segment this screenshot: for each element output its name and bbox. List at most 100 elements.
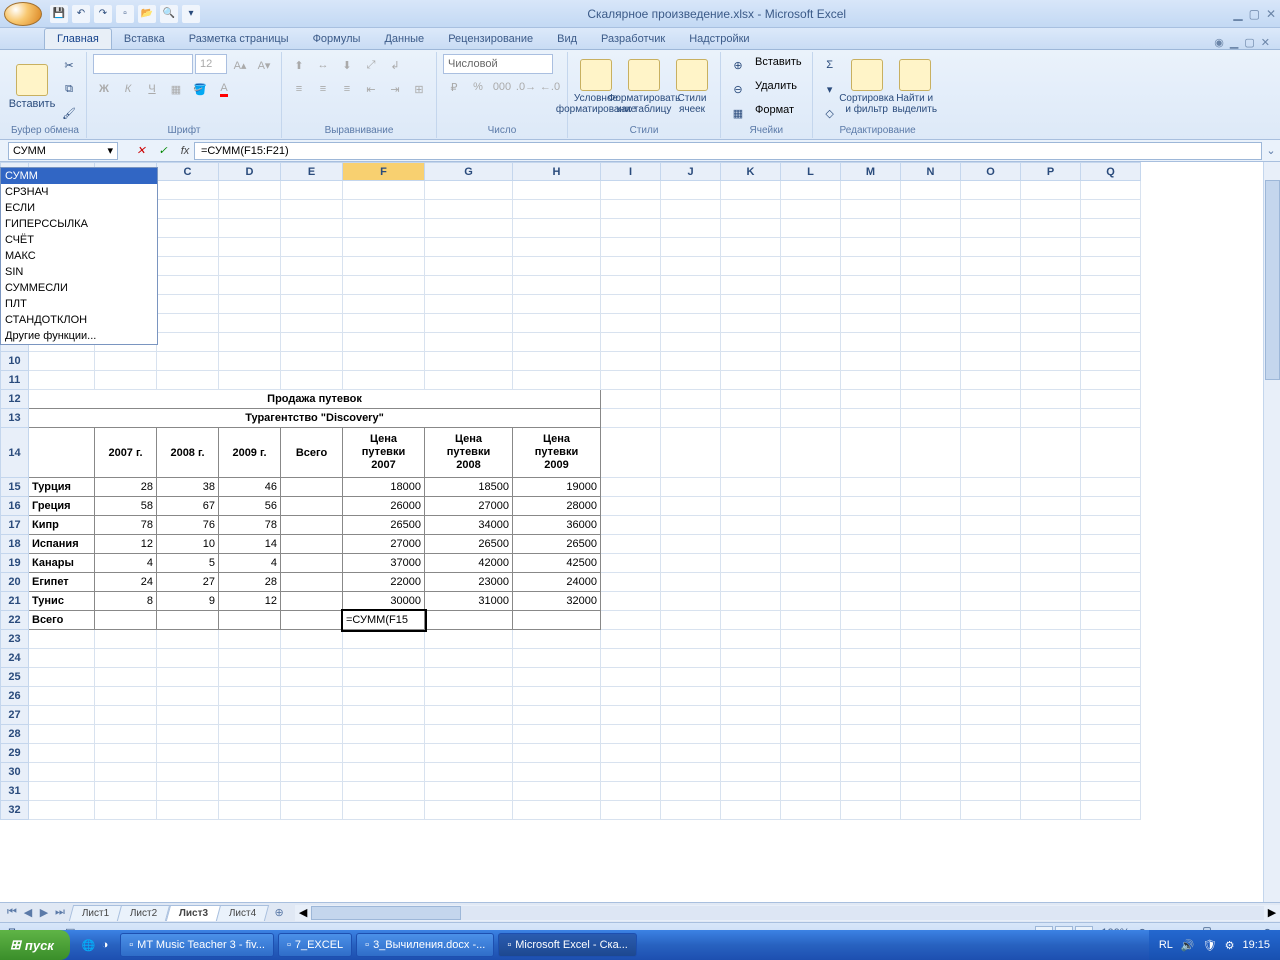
- cell[interactable]: [961, 295, 1021, 314]
- cell[interactable]: [721, 592, 781, 611]
- cell[interactable]: [901, 257, 961, 276]
- column-header[interactable]: P: [1021, 163, 1081, 181]
- func-item[interactable]: МАКС: [1, 248, 157, 264]
- cell[interactable]: [841, 314, 901, 333]
- cell[interactable]: [961, 687, 1021, 706]
- cell[interactable]: [661, 592, 721, 611]
- cell[interactable]: [781, 352, 841, 371]
- cell[interactable]: [901, 390, 961, 409]
- cell[interactable]: [901, 744, 961, 763]
- cell[interactable]: [841, 257, 901, 276]
- cell[interactable]: [219, 649, 281, 668]
- sheet-last-icon[interactable]: ⏭: [52, 906, 68, 919]
- cell[interactable]: [661, 649, 721, 668]
- cell[interactable]: 30000: [343, 592, 425, 611]
- fill-color-icon[interactable]: 🪣: [189, 78, 211, 100]
- cell[interactable]: [781, 782, 841, 801]
- cell[interactable]: [425, 276, 513, 295]
- cell[interactable]: [513, 801, 601, 820]
- cell[interactable]: [425, 649, 513, 668]
- cell[interactable]: [901, 276, 961, 295]
- cell[interactable]: [219, 744, 281, 763]
- cell[interactable]: [721, 516, 781, 535]
- cell[interactable]: [513, 668, 601, 687]
- cell[interactable]: [601, 333, 661, 352]
- cell[interactable]: [95, 630, 157, 649]
- tab-addins[interactable]: Надстройки: [677, 29, 761, 49]
- cell[interactable]: 56: [219, 497, 281, 516]
- cell[interactable]: [601, 295, 661, 314]
- cell[interactable]: [343, 744, 425, 763]
- cell[interactable]: [1081, 295, 1141, 314]
- cell[interactable]: [781, 333, 841, 352]
- cell[interactable]: [601, 573, 661, 592]
- mdi-close-icon[interactable]: ✕: [1261, 36, 1270, 49]
- func-item[interactable]: Другие функции...: [1, 328, 157, 344]
- cell[interactable]: [1021, 390, 1081, 409]
- cell[interactable]: [29, 428, 95, 478]
- cell[interactable]: [661, 352, 721, 371]
- cell[interactable]: [343, 668, 425, 687]
- cell[interactable]: [281, 630, 343, 649]
- cell[interactable]: [781, 801, 841, 820]
- cell[interactable]: [513, 630, 601, 649]
- cell[interactable]: 32000: [513, 592, 601, 611]
- cell[interactable]: [1021, 295, 1081, 314]
- cell[interactable]: [781, 257, 841, 276]
- cell[interactable]: [157, 181, 219, 200]
- cell[interactable]: [661, 200, 721, 219]
- cell[interactable]: [781, 573, 841, 592]
- cell[interactable]: [781, 181, 841, 200]
- cell[interactable]: [721, 630, 781, 649]
- sheet-prev-icon[interactable]: ◀: [20, 906, 36, 919]
- cell[interactable]: [901, 668, 961, 687]
- align-middle-icon[interactable]: ↔: [312, 54, 334, 76]
- cell[interactable]: 42000: [425, 554, 513, 573]
- decrease-indent-icon[interactable]: ⇤: [360, 78, 382, 100]
- cell[interactable]: [1021, 706, 1081, 725]
- undo-icon[interactable]: ↶: [72, 5, 90, 23]
- cell[interactable]: [841, 535, 901, 554]
- cell[interactable]: [29, 782, 95, 801]
- cell[interactable]: [961, 744, 1021, 763]
- cell[interactable]: [961, 333, 1021, 352]
- cell[interactable]: [661, 516, 721, 535]
- row-header[interactable]: 16: [1, 497, 29, 516]
- align-top-icon[interactable]: ⬆: [288, 54, 310, 76]
- cell[interactable]: [1081, 200, 1141, 219]
- format-as-table-button[interactable]: Форматировать как таблицу: [622, 54, 666, 120]
- cell[interactable]: [601, 649, 661, 668]
- cell[interactable]: [513, 276, 601, 295]
- clear-icon[interactable]: ◇: [819, 102, 841, 124]
- cell[interactable]: [781, 276, 841, 295]
- cell[interactable]: [721, 352, 781, 371]
- cell[interactable]: =СУММ(F15: [343, 611, 425, 630]
- cell[interactable]: [961, 428, 1021, 478]
- cell[interactable]: [901, 592, 961, 611]
- cell[interactable]: [721, 200, 781, 219]
- align-left-icon[interactable]: ≡: [288, 78, 310, 100]
- taskbar-item[interactable]: ▫MT Music Teacher 3 - fiv...: [120, 933, 274, 957]
- cell[interactable]: [661, 257, 721, 276]
- cell[interactable]: [513, 744, 601, 763]
- cell[interactable]: [219, 611, 281, 630]
- cell[interactable]: [29, 744, 95, 763]
- cut-icon[interactable]: ✂: [58, 54, 80, 76]
- cell[interactable]: [781, 554, 841, 573]
- cell[interactable]: [513, 352, 601, 371]
- font-name-combo[interactable]: [93, 54, 193, 74]
- cell[interactable]: [425, 333, 513, 352]
- row-header[interactable]: 28: [1, 725, 29, 744]
- new-sheet-icon[interactable]: ⊕: [271, 906, 287, 919]
- cell[interactable]: [1081, 181, 1141, 200]
- cell[interactable]: [781, 409, 841, 428]
- cell[interactable]: [1021, 782, 1081, 801]
- tab-review[interactable]: Рецензирование: [436, 29, 545, 49]
- row-header[interactable]: 15: [1, 478, 29, 497]
- cell[interactable]: [157, 668, 219, 687]
- cell[interactable]: [661, 390, 721, 409]
- cell[interactable]: [601, 516, 661, 535]
- cell[interactable]: [601, 763, 661, 782]
- func-item[interactable]: SIN: [1, 264, 157, 280]
- row-header[interactable]: 31: [1, 782, 29, 801]
